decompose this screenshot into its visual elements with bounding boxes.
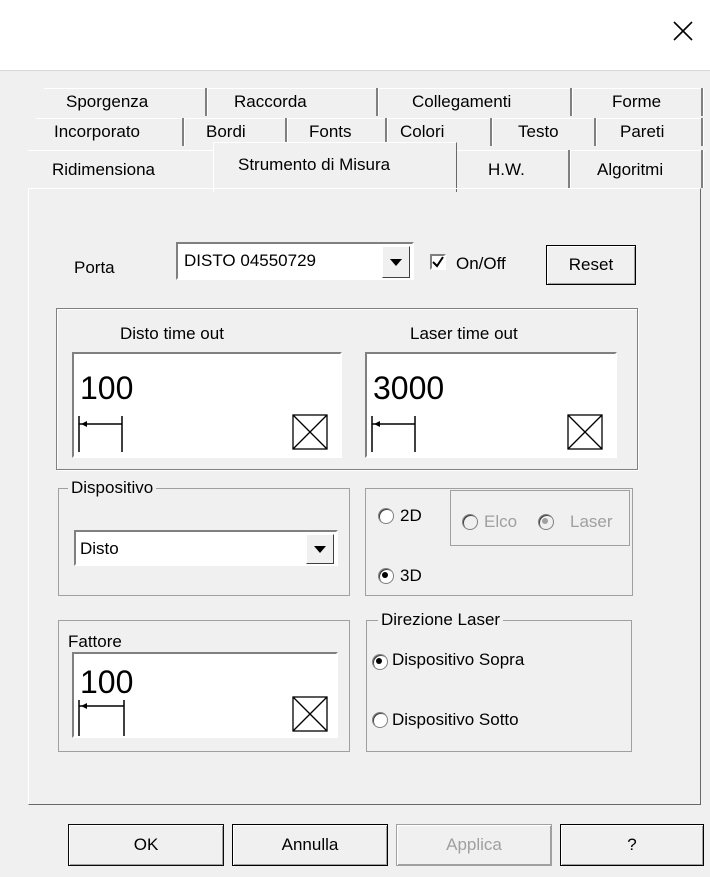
- help-button[interactable]: ?: [560, 824, 704, 866]
- porta-dropdown[interactable]: DISTO 04550729: [176, 242, 414, 280]
- dispositivo-value: Disto: [80, 539, 119, 558]
- disto-timeout-label: Disto time out: [120, 324, 224, 343]
- direzione-label: Direzione Laser: [378, 610, 504, 630]
- tab-separator: [568, 150, 571, 188]
- title-divider: [0, 70, 710, 71]
- chevron-down-icon: [314, 545, 326, 553]
- tab-colori[interactable]: Colori: [400, 122, 444, 142]
- tab-forme[interactable]: Forme: [612, 92, 661, 112]
- radio-3d-label: 3D: [400, 566, 422, 585]
- tab-row3-edge-right: [457, 150, 705, 151]
- radio-dispositivo-sotto[interactable]: [372, 712, 388, 728]
- tab-separator: [490, 118, 493, 146]
- disto-timeout-value: 100: [80, 370, 134, 406]
- tab-separator: [701, 118, 704, 146]
- tab-ridimensiona[interactable]: Ridimensiona: [52, 160, 155, 180]
- radio-elco[interactable]: [462, 514, 478, 530]
- laser-timeout-field[interactable]: 3000: [365, 352, 617, 458]
- tab-strumento-di-misura[interactable]: Strumento di Misura: [213, 142, 457, 192]
- tab-testo[interactable]: Testo: [518, 122, 559, 142]
- radio-sopra-label: Dispositivo Sopra: [392, 650, 525, 669]
- laser-timeout-value: 3000: [373, 370, 445, 406]
- clear-box-icon[interactable]: [567, 414, 603, 450]
- porta-dropdown-button[interactable]: [382, 246, 410, 278]
- tab-fonts[interactable]: Fonts: [309, 122, 352, 142]
- tab-separator: [594, 118, 597, 146]
- ok-button[interactable]: OK: [68, 824, 224, 866]
- chevron-down-icon: [390, 258, 402, 266]
- radio-2d-label: 2D: [400, 506, 422, 525]
- porta-value: DISTO 04550729: [184, 251, 316, 270]
- tab-separator: [701, 88, 704, 116]
- tab-separator: [570, 88, 573, 116]
- tab-row1-edge: [44, 88, 704, 89]
- direzione-group: [366, 620, 632, 752]
- tab-algoritmi[interactable]: Algoritmi: [597, 160, 663, 180]
- fattore-field[interactable]: 100: [72, 652, 338, 738]
- radio-2d[interactable]: [378, 508, 394, 524]
- tab-sporgenza[interactable]: Sporgenza: [66, 92, 148, 112]
- tab-separator: [701, 150, 704, 188]
- tab-row3-edge: [28, 150, 213, 151]
- radio-laser[interactable]: [538, 514, 554, 530]
- disto-timeout-field[interactable]: 100: [72, 352, 342, 458]
- dispositivo-dropdown-button[interactable]: [306, 534, 334, 564]
- clear-box-icon[interactable]: [292, 696, 328, 732]
- close-icon[interactable]: [670, 18, 696, 44]
- title-bar: [0, 0, 710, 70]
- tab-separator: [205, 88, 208, 116]
- applica-button[interactable]: Applica: [396, 824, 552, 866]
- slider-arrow-icon: [78, 416, 123, 452]
- slider-arrow-icon: [78, 700, 125, 736]
- tab-bordi[interactable]: Bordi: [206, 122, 246, 142]
- tab-strip: Sporgenza Raccorda Collegamenti Forme In…: [0, 80, 710, 192]
- laser-timeout-label: Laser time out: [410, 324, 518, 343]
- tab-pareti[interactable]: Pareti: [620, 122, 664, 142]
- radio-sotto-label: Dispositivo Sotto: [392, 710, 519, 729]
- porta-label: Porta: [74, 258, 115, 277]
- tab-strumento-label: Strumento di Misura: [238, 155, 391, 174]
- tab-row2-edge: [36, 118, 704, 119]
- dispositivo-label: Dispositivo: [68, 478, 157, 498]
- radio-laser-label: Laser: [570, 512, 613, 531]
- annulla-button[interactable]: Annulla: [232, 824, 388, 866]
- radio-elco-label: Elco: [484, 512, 518, 531]
- fattore-label: Fattore: [68, 632, 122, 651]
- fattore-value: 100: [80, 664, 134, 700]
- tab-hw[interactable]: H.W.: [488, 160, 525, 180]
- radio-3d[interactable]: [378, 568, 394, 584]
- checkmark-icon: [432, 256, 444, 268]
- onoff-checkbox[interactable]: [430, 254, 446, 270]
- tab-raccorda[interactable]: Raccorda: [234, 92, 307, 112]
- reset-button[interactable]: Reset: [546, 245, 636, 285]
- tab-incorporato[interactable]: Incorporato: [54, 122, 140, 142]
- onoff-label: On/Off: [456, 254, 506, 273]
- slider-arrow-icon: [371, 416, 416, 452]
- tab-separator: [182, 118, 185, 146]
- clear-box-icon[interactable]: [292, 414, 328, 450]
- tab-separator: [376, 88, 379, 116]
- radio-dispositivo-sopra[interactable]: [372, 654, 388, 670]
- dispositivo-dropdown[interactable]: Disto: [74, 530, 338, 566]
- tab-collegamenti[interactable]: Collegamenti: [412, 92, 511, 112]
